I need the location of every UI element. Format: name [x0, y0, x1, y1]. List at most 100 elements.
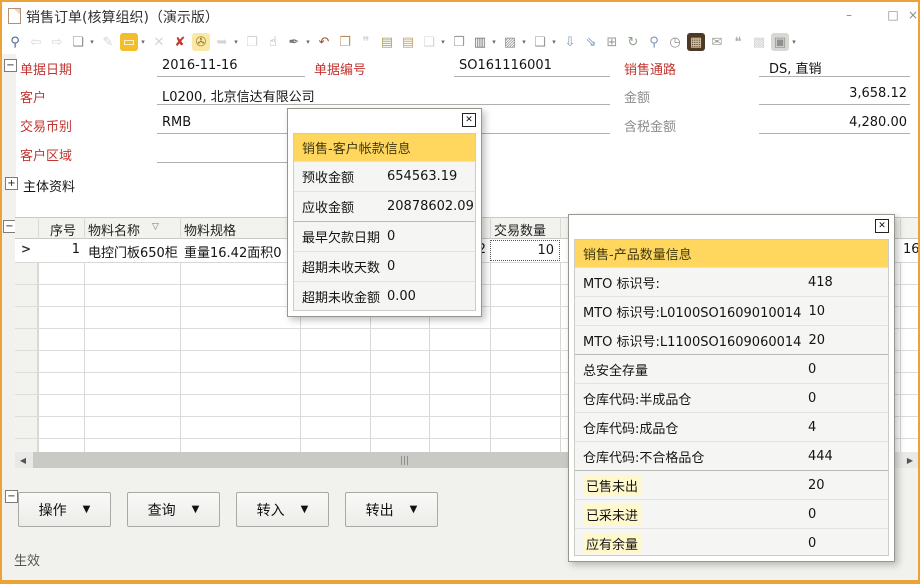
column-header-material-name[interactable]: 物料名称: [88, 220, 140, 239]
column-header-seq[interactable]: 序号: [50, 220, 76, 239]
filter-icon[interactable]: ▽: [152, 222, 159, 232]
popup-row-value: 10: [808, 304, 825, 319]
customer-field[interactable]: L0200, 北京信达有限公司: [162, 86, 315, 105]
field-underline: [759, 76, 910, 77]
submit-icon[interactable]: ☝: [264, 32, 282, 52]
back-icon[interactable]: ⇦: [27, 32, 45, 52]
selected-qty-cell[interactable]: 10: [490, 240, 560, 261]
popup-row-label: 仓库代码:不合格品仓: [583, 447, 704, 466]
preview-document-icon[interactable]: ⚲: [6, 32, 24, 52]
popup-row-label: MTO 标识号:L1100SO1609060014: [583, 331, 801, 350]
dropdown-caret-icon[interactable]: ▾: [790, 38, 798, 46]
popup-rows: 预收金额 654563.19 应收金额 20878602.09 最早欠款日期 0: [294, 161, 475, 311]
collapse-header-toggle[interactable]: −: [4, 59, 17, 72]
close-button[interactable]: ×: [904, 6, 920, 24]
popup-row-label: 应有余量: [583, 533, 641, 554]
action-button-label: 操作: [39, 500, 67, 520]
dropdown-caret-icon[interactable]: ▾: [520, 38, 528, 46]
field-underline: [157, 104, 610, 105]
popup-row-label: 超期未收金额: [302, 287, 380, 306]
popup-row-value: 444: [808, 449, 833, 464]
cell-partial-right[interactable]: 16: [903, 242, 920, 257]
cell-material-name[interactable]: 电控门板650柜: [88, 242, 178, 261]
send-back-icon[interactable]: ➥ ▾: [213, 32, 240, 52]
close-icon[interactable]: ✕: [875, 219, 889, 233]
dropdown-caret-icon[interactable]: ▾: [232, 38, 240, 46]
current-row-indicator: >: [15, 242, 37, 256]
undo-icon[interactable]: ↶: [315, 32, 333, 52]
cell-seq[interactable]: 1: [39, 242, 80, 257]
save-icon[interactable]: ▭ ▾: [120, 32, 147, 52]
push-next-icon[interactable]: ⇘: [582, 32, 600, 52]
audit-notes-icon[interactable]: ▤: [378, 32, 396, 52]
popup-row: 总安全存量 0: [575, 354, 888, 383]
amount-value: 3,658.12: [759, 86, 907, 101]
popup-row-label: 仓库代码:成品仓: [583, 418, 678, 437]
column-header-material-spec[interactable]: 物料规格: [184, 220, 236, 239]
action-button[interactable]: 转入 ▼: [236, 492, 329, 527]
sales-channel-field[interactable]: DS, 直销: [769, 58, 822, 77]
doc-no-field[interactable]: SO161116001: [459, 58, 552, 73]
org-tree-icon[interactable]: ⊞: [603, 32, 621, 52]
popup-row: 应收金额 20878602.09: [294, 191, 475, 221]
scroll-left-icon[interactable]: ◀: [15, 452, 31, 468]
clipboard-icon[interactable]: ▤: [399, 32, 417, 52]
dropdown-caret-icon[interactable]: ▾: [88, 38, 96, 46]
attachment-icon[interactable]: ✇: [192, 32, 210, 52]
action-button-label: 查询: [148, 500, 176, 520]
copy-document-icon[interactable]: ❐: [243, 32, 261, 52]
delete-icon[interactable]: ✕: [150, 32, 168, 52]
action-button[interactable]: 查询 ▼: [127, 492, 220, 527]
chat-icon[interactable]: ❝: [729, 32, 747, 52]
field-underline: [157, 76, 305, 77]
popup-row: 仓库代码:不合格品仓 444: [575, 441, 888, 470]
doc-date-field[interactable]: 2016-11-16: [162, 58, 238, 73]
forward-icon[interactable]: ⇨: [48, 32, 66, 52]
copy-sheet-icon[interactable]: ❑ ▾: [531, 32, 558, 52]
scroll-right-icon[interactable]: ▶: [902, 452, 918, 468]
verify-document-icon[interactable]: ❒: [450, 32, 468, 52]
column-header-qty[interactable]: 交易数量: [494, 220, 546, 239]
refresh-icon[interactable]: ↻: [624, 32, 642, 52]
field-underline: [759, 104, 910, 105]
stamp-icon[interactable]: ✒ ▾: [285, 32, 312, 52]
action-button[interactable]: 转出 ▼: [345, 492, 438, 527]
toolbar: ⚲ ⇦ ⇨ ❏ ▾ ✎ ▭: [6, 31, 918, 53]
column-settings-icon[interactable]: ▥ ▾: [471, 32, 498, 52]
sales-channel-label: 销售通路: [624, 59, 676, 78]
im-icon[interactable]: ▣ ▾: [771, 32, 798, 52]
dropdown-caret-icon[interactable]: ▾: [439, 38, 447, 46]
maximize-button[interactable]: □: [884, 6, 902, 24]
new-document-icon[interactable]: ❏ ▾: [69, 32, 96, 52]
history-icon[interactable]: ◷: [666, 32, 684, 52]
mail-icon[interactable]: ✉: [708, 32, 726, 52]
dropdown-caret-icon[interactable]: ▾: [550, 38, 558, 46]
popup-row-value: 20: [808, 333, 825, 348]
popup-row-value: 0: [808, 507, 816, 522]
action-button-label: 转入: [257, 500, 285, 520]
collapse-actions-toggle[interactable]: −: [5, 490, 18, 503]
expand-main-data-toggle[interactable]: +: [5, 177, 18, 190]
find-person-icon[interactable]: ⚲: [645, 32, 663, 52]
dropdown-caret-icon[interactable]: ▾: [139, 38, 147, 46]
translate-icon[interactable]: ▩: [750, 32, 768, 52]
popup-row: MTO 标识号: 418: [575, 267, 888, 296]
minimize-button[interactable]: –: [840, 6, 858, 24]
transfer-document-icon[interactable]: ❏ ▾: [420, 32, 447, 52]
dropdown-caret-icon[interactable]: ▾: [490, 38, 498, 46]
edit-icon[interactable]: ✎: [99, 32, 117, 52]
action-button[interactable]: 操作 ▼: [18, 492, 111, 527]
popup-row-value: 418: [808, 275, 833, 290]
left-margin-strip: [2, 54, 16, 468]
doc-date-label: 单据日期: [20, 59, 72, 78]
comment-icon[interactable]: ❞: [357, 32, 375, 52]
dropdown-caret-icon[interactable]: ▾: [304, 38, 312, 46]
cell-material-spec[interactable]: 重量16.42面积0: [184, 242, 282, 261]
calculator-icon[interactable]: ▦: [687, 32, 705, 52]
picture-icon[interactable]: ▨ ▾: [501, 32, 528, 52]
push-down-icon[interactable]: ⇩: [561, 32, 579, 52]
redo-document-icon[interactable]: ❐: [336, 32, 354, 52]
currency-field[interactable]: RMB: [162, 115, 191, 130]
close-icon[interactable]: ✕: [462, 113, 476, 127]
delete-document-icon[interactable]: ✘: [171, 32, 189, 52]
